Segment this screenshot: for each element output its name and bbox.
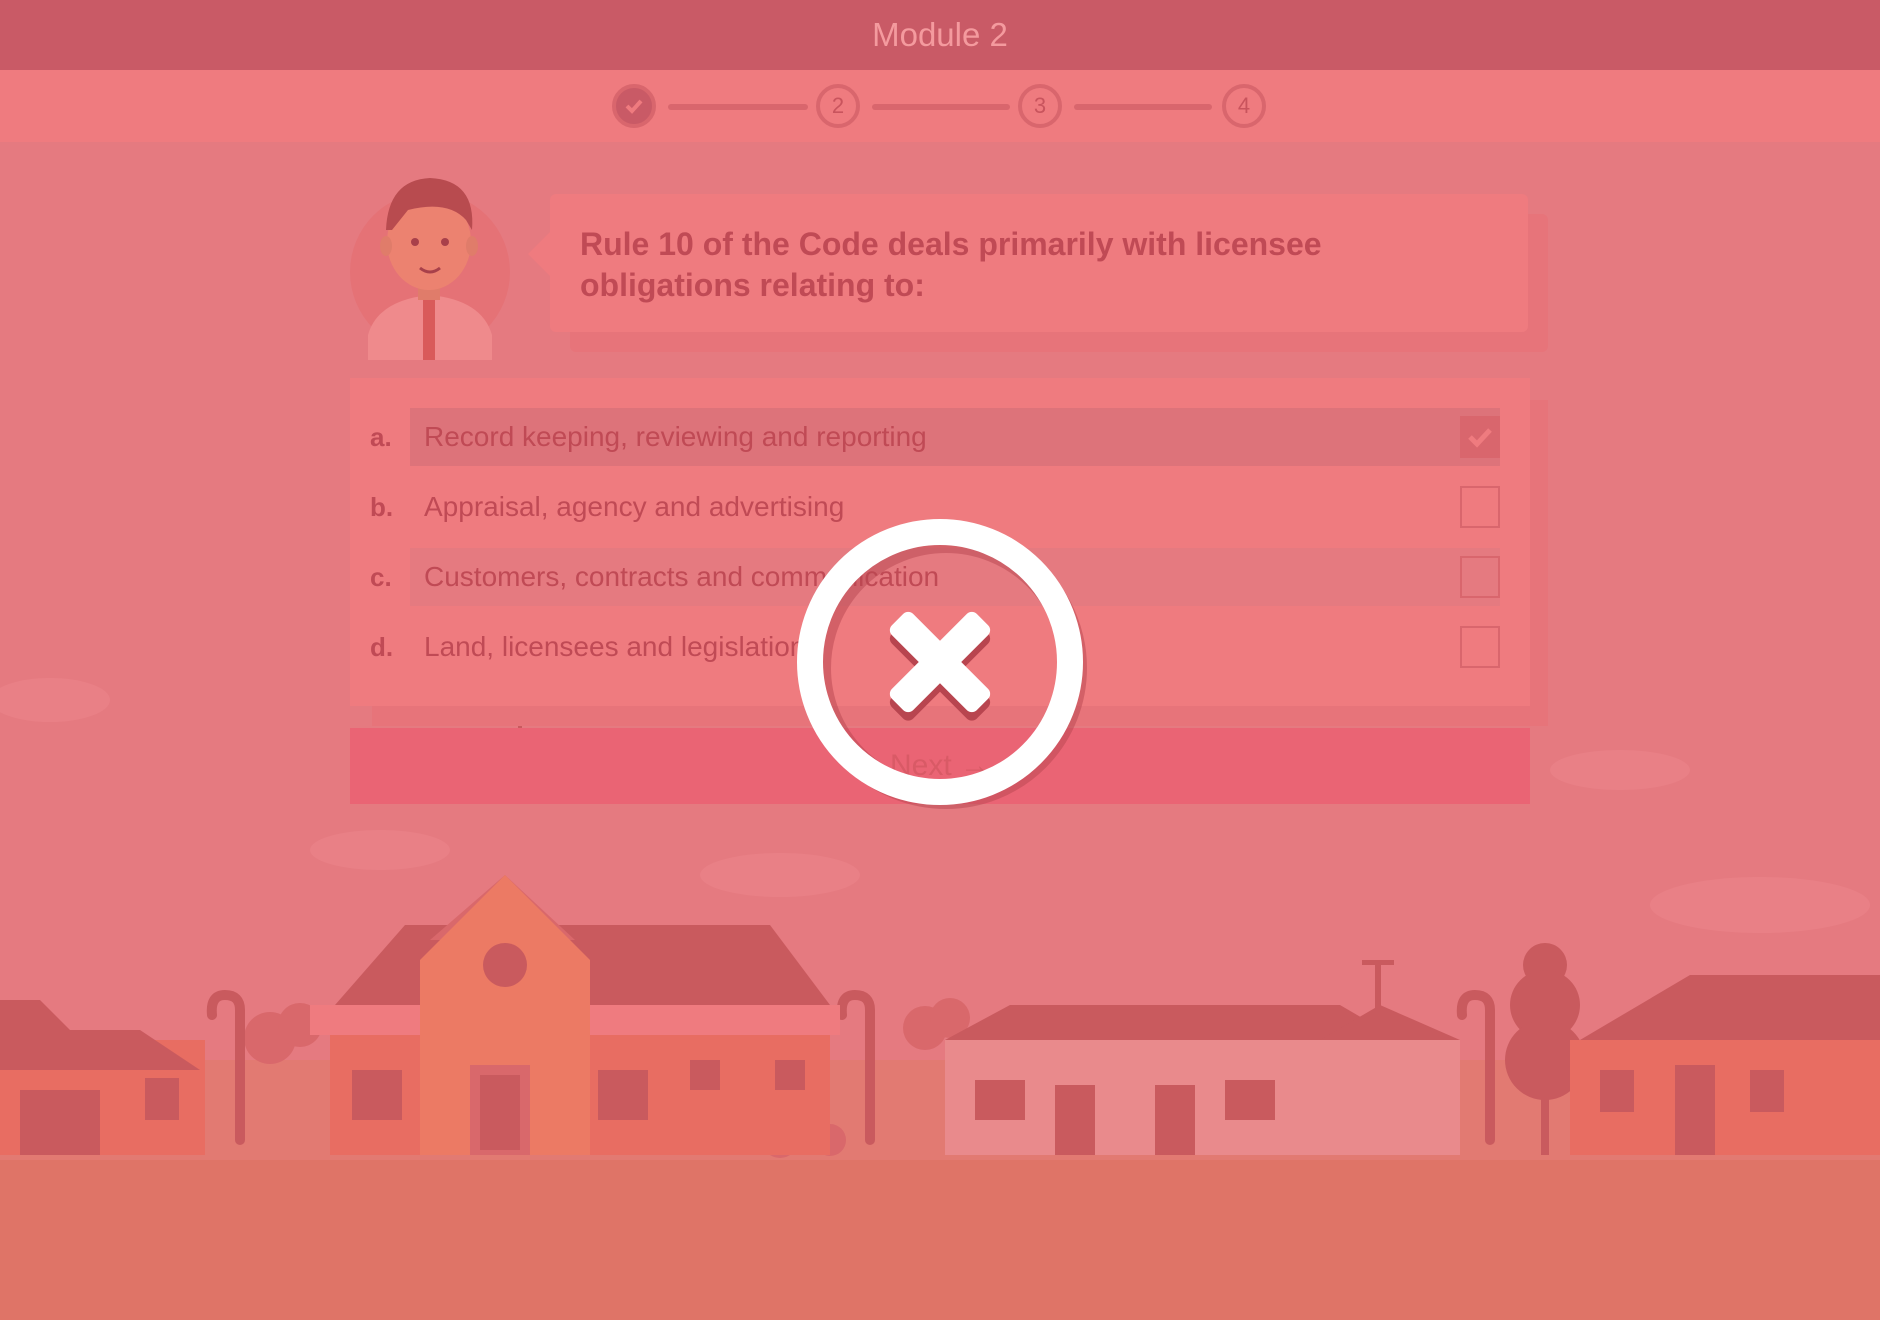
- progress-stepper: 2 3 4: [0, 70, 1880, 142]
- bubble-tail: [528, 232, 550, 276]
- module-header: Module 2: [0, 0, 1880, 70]
- close-circle-icon: [797, 519, 1087, 809]
- option-checkbox[interactable]: [1460, 626, 1500, 668]
- option-letter: a.: [370, 422, 392, 452]
- option-text: Land, licensees and legislation: [424, 631, 806, 662]
- step-2[interactable]: 2: [816, 84, 860, 128]
- option-a[interactable]: a. Record keeping, reviewing and reporti…: [370, 408, 1500, 466]
- module-title: Module 2: [872, 16, 1008, 53]
- option-checkbox[interactable]: [1460, 486, 1500, 528]
- option-letter: d.: [370, 632, 394, 662]
- presenter-avatar: [350, 178, 510, 360]
- step-4[interactable]: 4: [1222, 84, 1266, 128]
- step-number: 3: [1033, 93, 1047, 118]
- step-number: 4: [1237, 93, 1251, 118]
- question-text: Rule 10 of the Code deals primarily with…: [580, 226, 1322, 303]
- step-connector: [1074, 104, 1212, 110]
- option-letter: b.: [370, 492, 394, 522]
- option-letter: c.: [370, 562, 392, 592]
- step-number: 2: [831, 93, 845, 118]
- option-checkbox[interactable]: [1460, 556, 1500, 598]
- option-text: Appraisal, agency and advertising: [424, 491, 845, 522]
- question-bubble: Rule 10 of the Code deals primarily with…: [528, 194, 1528, 332]
- step-1[interactable]: [612, 84, 656, 128]
- option-checkbox[interactable]: [1460, 416, 1500, 458]
- step-3[interactable]: 3: [1018, 84, 1062, 128]
- option-text: Record keeping, reviewing and reporting: [424, 421, 927, 452]
- step-connector: [668, 104, 808, 110]
- step-connector: [872, 104, 1010, 110]
- check-icon: [625, 99, 643, 114]
- check-icon: [1468, 428, 1492, 448]
